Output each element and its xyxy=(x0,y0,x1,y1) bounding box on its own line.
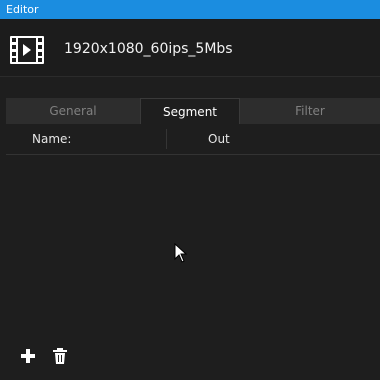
segment-table-header: Name: Out xyxy=(6,124,380,155)
film-icon xyxy=(10,36,44,64)
window-titlebar[interactable]: Editor xyxy=(0,0,380,19)
tab-segment-label: Segment xyxy=(163,105,217,119)
media-header: 1920x1080_60ips_5Mbs xyxy=(0,19,380,77)
tab-filter[interactable]: Filter xyxy=(240,98,380,124)
segment-list[interactable] xyxy=(6,155,380,330)
media-file-name: 1920x1080_60ips_5Mbs xyxy=(64,41,233,57)
tab-filter-label: Filter xyxy=(295,104,325,118)
tab-segment[interactable]: Segment xyxy=(140,98,240,124)
trash-icon[interactable] xyxy=(52,348,68,364)
mouse-cursor-icon xyxy=(174,243,188,263)
tab-bar: General Segment Filter xyxy=(6,98,380,124)
window-title: Editor xyxy=(6,3,39,16)
editor-window: Editor 1920x1080_60ips_5Mbs General Segm… xyxy=(0,0,380,380)
plus-icon[interactable] xyxy=(20,348,36,364)
tab-general-label: General xyxy=(49,104,97,118)
column-header-name[interactable]: Name: xyxy=(32,124,71,154)
column-header-out[interactable]: Out xyxy=(208,124,230,154)
column-divider[interactable] xyxy=(166,129,167,149)
tab-general[interactable]: General xyxy=(6,98,140,124)
